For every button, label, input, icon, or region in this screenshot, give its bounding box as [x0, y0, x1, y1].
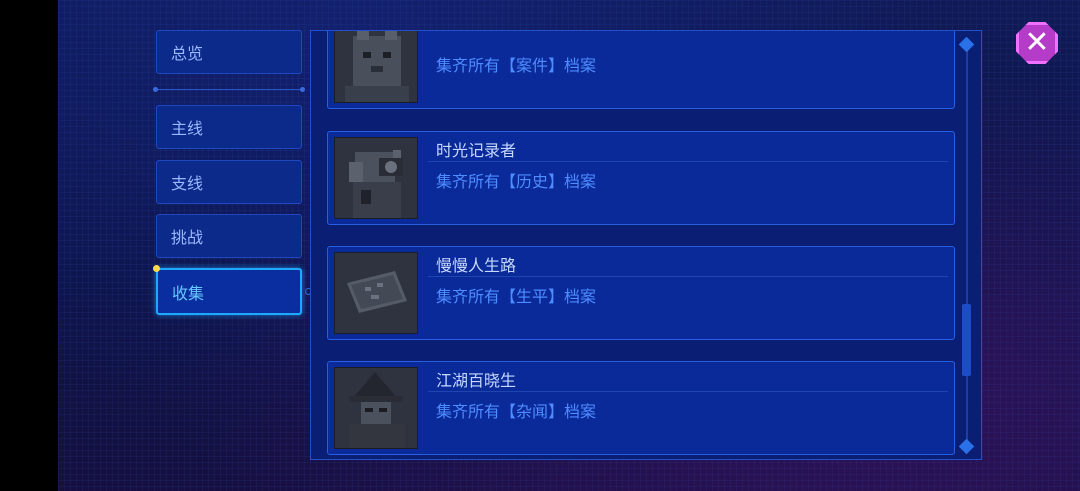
hooded-figure-icon	[334, 367, 418, 449]
active-indicator-dot	[153, 265, 160, 272]
card-divider	[428, 391, 948, 392]
achievement-title: 时光记录者	[436, 141, 517, 160]
achievement-card[interactable]: 慢慢人生路 集齐所有【生平】档案	[327, 246, 955, 340]
card-divider	[428, 276, 948, 277]
nav-tab-side-story[interactable]: 支线	[156, 160, 302, 204]
achievement-description: 集齐所有【历史】档案	[436, 172, 597, 191]
nav-tab-challenge[interactable]: 挑战	[156, 214, 302, 258]
nav-divider	[156, 89, 304, 90]
nav-tab-label: 支线	[171, 174, 204, 193]
achievement-title: 江湖百晓生	[436, 371, 517, 390]
achievement-card[interactable]: 时光记录者 集齐所有【历史】档案	[327, 131, 955, 225]
achievement-card[interactable]: 集齐所有【案件】档案	[327, 31, 955, 109]
nav-tab-label: 收集	[172, 283, 205, 303]
divider-dot	[300, 87, 305, 92]
nav-tab-collection[interactable]: 收集	[156, 268, 302, 315]
scrollbar-thumb[interactable]	[962, 304, 971, 376]
cat-portrait-icon	[334, 31, 418, 103]
achievement-list[interactable]: 集齐所有【案件】档案 时光记录者 集齐所有【历史】档案 慢慢人生路 集齐所有【生…	[311, 31, 961, 459]
achievement-description: 集齐所有【杂闻】档案	[436, 402, 597, 421]
achievement-description: 集齐所有【生平】档案	[436, 287, 597, 306]
left-letterbox	[0, 0, 58, 491]
nav-tab-label: 总览	[171, 44, 204, 63]
scrollbar-track[interactable]	[966, 44, 968, 444]
close-icon: ✕	[1024, 25, 1050, 60]
achievement-description: 集齐所有【案件】档案	[436, 56, 597, 75]
camera-photographer-icon	[334, 137, 418, 219]
card-divider	[428, 161, 948, 162]
divider-dot	[153, 87, 158, 92]
achievement-panel[interactable]: 集齐所有【案件】档案 时光记录者 集齐所有【历史】档案 慢慢人生路 集齐所有【生…	[310, 30, 982, 460]
map-scroll-icon	[334, 252, 418, 334]
nav-tab-main-story[interactable]: 主线	[156, 105, 302, 149]
achievement-card[interactable]: 江湖百晓生 集齐所有【杂闻】档案	[327, 361, 955, 455]
nav-tab-label: 挑战	[171, 228, 204, 247]
nav-tab-label: 主线	[171, 119, 204, 138]
achievement-title: 慢慢人生路	[436, 256, 517, 275]
nav-tab-overview[interactable]: 总览	[156, 30, 302, 74]
